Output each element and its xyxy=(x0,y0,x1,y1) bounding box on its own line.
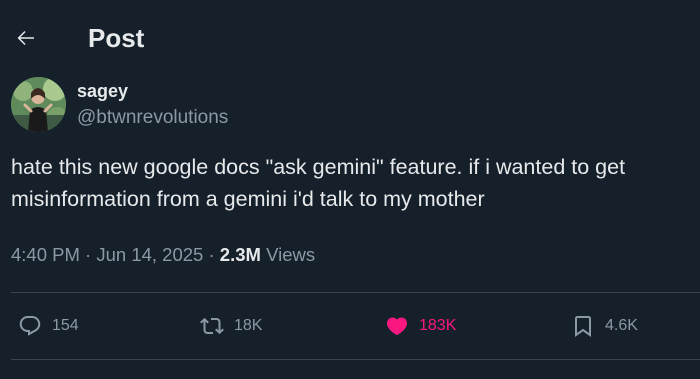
bookmark-button[interactable]: 4.6K xyxy=(571,312,638,340)
avatar[interactable] xyxy=(11,77,66,132)
meta-separator: · xyxy=(208,244,215,265)
retweet-icon xyxy=(200,317,224,335)
reply-icon xyxy=(19,316,41,336)
author-handle[interactable]: @btwnrevolutions xyxy=(77,107,228,129)
avatar-image xyxy=(11,77,66,132)
author-display-name[interactable]: sagey xyxy=(77,80,128,102)
reply-button[interactable]: 154 xyxy=(18,312,79,340)
tweet-date[interactable]: Jun 14, 2025 xyxy=(96,244,203,265)
views-label: Views xyxy=(266,244,316,265)
bookmark-count: 4.6K xyxy=(605,317,638,334)
views-count: 2.3M xyxy=(219,244,261,265)
divider xyxy=(11,359,700,360)
reply-count: 154 xyxy=(52,317,79,334)
like-button[interactable]: 183K xyxy=(385,312,456,340)
tweet-meta: 4:40 PM · Jun 14, 2025 · 2.3M Views xyxy=(11,243,315,267)
retweet-count: 18K xyxy=(234,317,263,334)
retweet-button[interactable]: 18K xyxy=(200,312,262,340)
like-count: 183K xyxy=(419,317,457,334)
back-button[interactable] xyxy=(10,22,42,54)
meta-separator: · xyxy=(85,244,92,265)
post-header: Post xyxy=(0,0,700,76)
tweet-time[interactable]: 4:40 PM xyxy=(11,244,80,265)
tweet-text: hate this new google docs "ask gemini" f… xyxy=(11,155,626,211)
page-title: Post xyxy=(88,23,145,53)
arrow-left-icon xyxy=(17,30,34,45)
heart-icon xyxy=(386,317,408,336)
bookmark-icon xyxy=(575,316,591,337)
divider xyxy=(11,292,700,293)
